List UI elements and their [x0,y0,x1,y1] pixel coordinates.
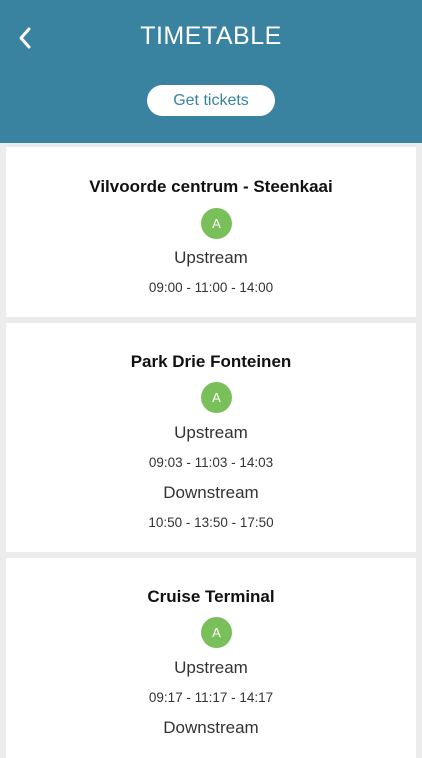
stop-name: Park Drie Fonteinen [130,352,292,371]
app-header: TIMETABLE Get tickets [0,0,422,143]
line-badge: A [201,382,232,413]
departure-times: 09:03 - 11:03 - 14:03 [148,455,274,470]
page-title: TIMETABLE [140,22,282,50]
stop-card[interactable]: Park Drie Fonteinen A Upstream 09:03 - 1… [6,323,416,552]
line-badge: A [201,617,232,648]
get-tickets-button[interactable]: Get tickets [147,85,275,116]
departure-times: 10:50 - 13:50 - 17:50 [148,515,274,530]
direction-label: Upstream [174,658,248,677]
departure-times: 09:00 - 11:00 - 14:00 [148,280,274,295]
direction-label: Upstream [174,423,248,442]
stop-name: Cruise Terminal [147,587,275,606]
direction-label: Downstream [163,483,259,502]
stop-card[interactable]: Cruise Terminal A Upstream 09:17 - 11:17… [6,558,416,758]
departure-times: 09:17 - 11:17 - 14:17 [148,690,274,705]
direction-label: Upstream [174,248,248,267]
stop-card[interactable]: Vilvoorde centrum - Steenkaai A Upstream… [6,147,416,317]
stop-name: Vilvoorde centrum - Steenkaai [89,177,333,196]
line-badge: A [201,208,232,239]
direction-label: Downstream [163,718,259,737]
